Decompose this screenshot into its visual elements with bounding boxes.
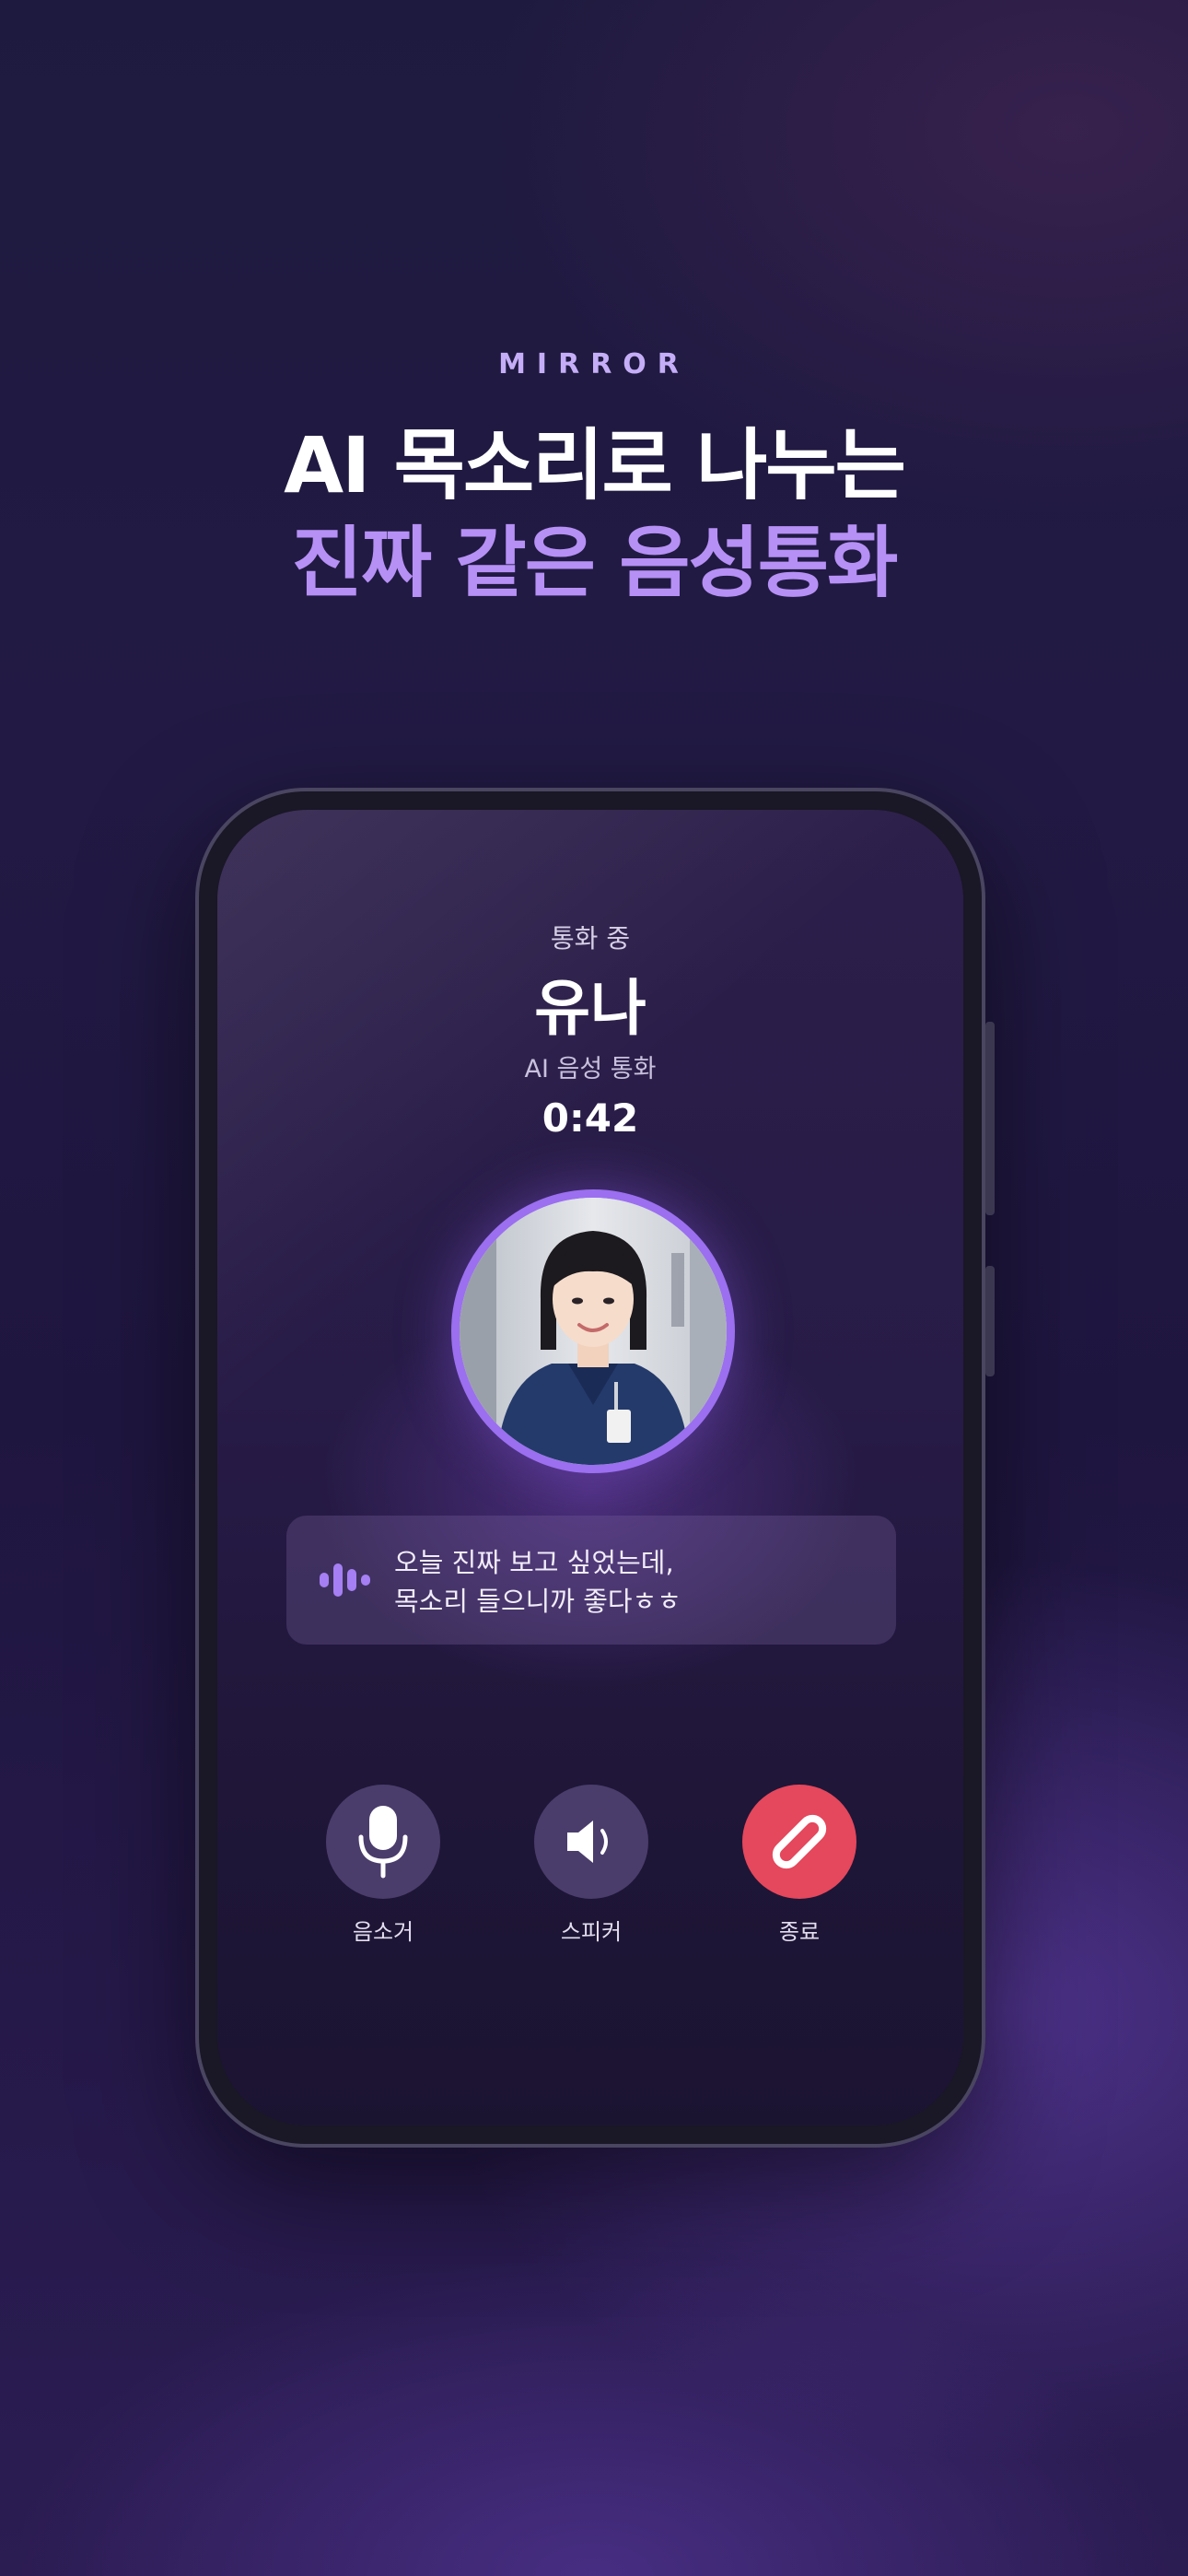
call-timer: 0:42 [542,1095,639,1141]
end-call-button[interactable] [742,1785,856,1899]
end-call-label: 종료 [778,1919,821,1945]
speaker-button[interactable] [534,1785,648,1899]
headline-line-1: AI 목소리로 나누는 [284,420,906,510]
mute-label: 음소거 [352,1919,414,1945]
transcript-line-2: 목소리 들으니까 좋다ㅎㅎ [394,1586,681,1617]
speaker-label: 스피커 [560,1919,623,1945]
call-screen: 통화 중 유나 AI 음성 통화 0:42 오늘 진짜 보고 싶었는데, 목소리… [217,810,963,2125]
speaker-control: 스피커 [534,1785,648,1946]
mute-control: 음소거 [326,1785,440,1946]
brand-label: MIRROR [498,348,690,381]
transcript-line-1: 오늘 진짜 보고 싶었는데, [394,1547,674,1578]
phone-side-button [985,1266,995,1376]
phone-side-button [985,1022,995,1215]
microphone-icon [358,1806,408,1879]
call-type: AI 음성 통화 [524,1055,657,1083]
call-controls: 음소거 스피커 종료 [217,1785,963,1969]
caller-name: 유나 [534,973,646,1044]
caller-photo [460,1198,727,1465]
voice-wave-icon [320,1562,373,1598]
headline: AI 목소리로 나누는 진짜 같은 음성통화 [0,416,1188,612]
end-call-icon [772,1814,827,1869]
call-status: 통화 중 [550,923,631,954]
transcript-bubble: 오늘 진짜 보고 싶었는데, 목소리 들으니까 좋다ㅎㅎ [286,1516,896,1645]
phone-mockup: 통화 중 유나 AI 음성 통화 0:42 오늘 진짜 보고 싶었는데, 목소리… [195,788,995,2148]
speaker-icon [567,1821,608,1863]
end-call-control: 종료 [742,1785,856,1946]
transcript-text: 오늘 진짜 보고 싶었는데, 목소리 들으니까 좋다ㅎㅎ [394,1543,681,1621]
headline-line-2: 진짜 같은 음성통화 [291,518,899,608]
caller-avatar [451,1189,735,1473]
mute-button[interactable] [326,1785,440,1899]
